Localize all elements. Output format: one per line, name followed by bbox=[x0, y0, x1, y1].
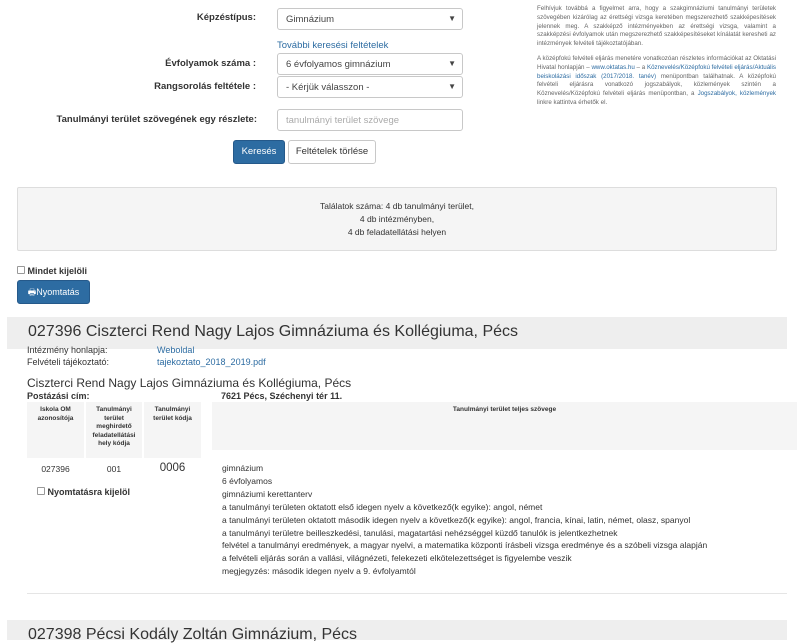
evfolyamok-select[interactable]: 6 évfolyamos gimnázium ▼ bbox=[277, 53, 463, 75]
results-summary: Találatok száma: 4 db tanulmányi terület… bbox=[17, 187, 777, 251]
chevron-down-icon: ▼ bbox=[448, 82, 456, 91]
chevron-down-icon: ▼ bbox=[448, 59, 456, 68]
print-button[interactable]: 🖶Nyomtatás bbox=[17, 280, 90, 304]
area-text-input[interactable]: tanulmányi terület szövege bbox=[277, 109, 463, 131]
area-details: gimnázium 6 évfolyamos gimnáziumi kerett… bbox=[222, 462, 792, 578]
school-title: 027396 Ciszterci Rend Nagy Lajos Gimnázi… bbox=[28, 323, 519, 340]
print-button-label: Nyomtatás bbox=[36, 287, 80, 297]
results-institutions: 4 db intézményben, bbox=[359, 214, 435, 224]
rangsor-label: Rangsorolás feltétele : bbox=[154, 81, 256, 92]
homepage-label: Intézmény honlapja: bbox=[27, 345, 108, 355]
szoveg-label: Tanulmányi terület szövegének egy részle… bbox=[56, 114, 257, 125]
area-detail-line: a felvételi eljárás során a vallási, vil… bbox=[222, 553, 572, 564]
area-detail-line: felvétel a tanulmányi eredmények, a magy… bbox=[222, 540, 708, 551]
area-detail-line: a tanulmányi területen oktatott első ide… bbox=[222, 501, 543, 512]
more-search-options-link[interactable]: További keresési feltételek bbox=[277, 40, 388, 51]
print-select-checkbox[interactable] bbox=[37, 487, 45, 495]
om-id: 027396 bbox=[41, 464, 70, 474]
area-detail-line: a tanulmányi területen oktatott második … bbox=[222, 514, 691, 525]
chevron-down-icon: ▼ bbox=[448, 14, 456, 23]
th-area-text: Tanulmányi terület teljes szövege bbox=[212, 402, 797, 450]
kepzestipus-select[interactable]: Gimnázium ▼ bbox=[277, 8, 463, 30]
school-name: Ciszterci Rend Nagy Lajos Gimnáziuma és … bbox=[27, 376, 352, 390]
th-om: Iskola OM azonosítója bbox=[27, 402, 84, 458]
area-detail-line: gimnáziumi kerettanterv bbox=[222, 488, 313, 499]
printer-icon: 🖶 bbox=[27, 287, 37, 297]
th-site-code: Tanulmányi terület meghirdető feladatell… bbox=[86, 402, 142, 458]
info-panel: Felhívjuk továbbá a figyelmet arra, hogy… bbox=[537, 5, 776, 114]
brochure-label: Felvételi tájékoztató: bbox=[27, 357, 110, 367]
brochure-link[interactable]: tajekoztato_2018_2019.pdf bbox=[157, 357, 266, 367]
info-text: – a bbox=[634, 63, 647, 71]
evfolyamok-label: Évfolyamok száma : bbox=[165, 58, 256, 69]
kepzestipus-value: Gimnázium bbox=[286, 14, 335, 25]
area-detail-line: a tanulmányi területre beilleszkedési, t… bbox=[222, 527, 618, 538]
select-all-checkbox[interactable] bbox=[17, 266, 25, 274]
info-paragraph: A középfokú felvételi eljárás menetére v… bbox=[537, 55, 776, 108]
postal-label: Postázási cím: bbox=[27, 391, 90, 401]
area-detail-line: 6 évfolyamos bbox=[222, 475, 273, 486]
select-all-label: Mindet kijelöli bbox=[27, 266, 88, 276]
postal-value: 7621 Pécs, Széchenyi tér 11. bbox=[221, 391, 343, 401]
search-button[interactable]: Keresés bbox=[233, 140, 285, 164]
evfolyamok-value: 6 évfolyamos gimnázium bbox=[286, 59, 391, 70]
divider bbox=[27, 593, 787, 594]
next-school-title: 027398 Pécsi Kodály Zoltán Gimnázium, Pé… bbox=[28, 626, 358, 643]
print-select-row[interactable]: Nyomtatásra kijelöl bbox=[37, 487, 130, 497]
area-detail-line: megjegyzés: második idegen nyelv a 9. év… bbox=[222, 566, 416, 577]
results-sites: 4 db feladatellátási helyen bbox=[347, 227, 447, 237]
select-all-row[interactable]: Mindet kijelöli bbox=[17, 266, 87, 276]
clear-filters-button[interactable]: Feltételek törlése bbox=[288, 140, 376, 164]
area-detail-line: gimnázium bbox=[222, 463, 264, 473]
rangsor-select[interactable]: - Kérjük válasszon - ▼ bbox=[277, 76, 463, 98]
results-count: Találatok száma: 4 db tanulmányi terület… bbox=[319, 201, 475, 211]
oktatas-link[interactable]: www.oktatas.hu bbox=[591, 64, 634, 71]
jogszabalyok-link[interactable]: Jogszabályok, közlemények bbox=[698, 90, 776, 97]
homepage-link[interactable]: Weboldal bbox=[157, 345, 194, 355]
rangsor-value: - Kérjük válasszon - bbox=[286, 82, 370, 93]
area-code-link[interactable]: 0006 bbox=[144, 462, 201, 474]
site-code: 001 bbox=[106, 464, 122, 474]
kepzestipus-label: Képzéstípus: bbox=[196, 12, 256, 23]
info-paragraph: Felhívjuk továbbá a figyelmet arra, hogy… bbox=[537, 5, 776, 48]
info-text: linkre kattintva érhetők el. bbox=[537, 98, 608, 106]
th-area-code: Tanulmányi terület kódja bbox=[144, 402, 201, 458]
print-select-label: Nyomtatásra kijelöl bbox=[47, 487, 131, 497]
